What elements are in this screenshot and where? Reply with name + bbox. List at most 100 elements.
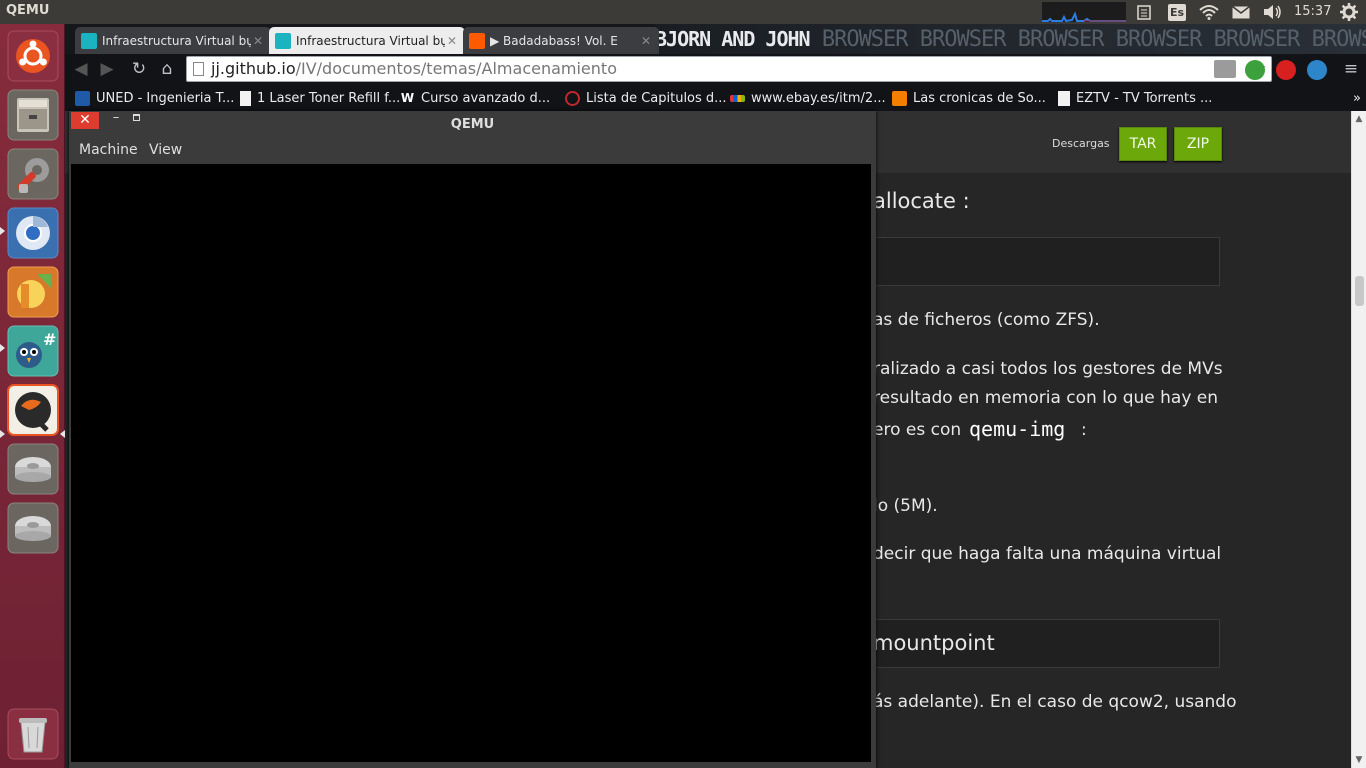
section-heading: allocate : <box>873 189 970 213</box>
tab-favicon-icon <box>81 32 97 49</box>
bookmarks-bar: UNED - Ingenieria T... 1 Laser Toner Ref… <box>65 85 1366 111</box>
bookmark-item[interactable]: Las cronicas de So... <box>892 89 1046 107</box>
bookmark-label: 1 Laser Toner Refill f... <box>257 90 401 106</box>
tar-download-button[interactable]: TAR <box>1119 127 1167 161</box>
wikipedia-favicon-icon: W <box>400 90 415 105</box>
reload-icon[interactable]: ↻ <box>127 58 151 80</box>
paragraph-line: ás adelante). En el caso de qcow2, usand… <box>873 692 1237 712</box>
chromium-icon[interactable] <box>7 207 59 259</box>
unity-launcher: # <box>0 24 65 768</box>
file-cabinet-icon[interactable] <box>7 89 59 141</box>
chrome-menu-icon[interactable]: ≡ <box>1339 58 1363 80</box>
bookmark-label: Curso avanzado d... <box>421 90 551 106</box>
active-app-title: QEMU <box>6 3 50 18</box>
network-graph-icon[interactable] <box>1042 2 1126 22</box>
qemu-titlebar[interactable]: ✕ – QEMU <box>69 111 876 138</box>
browser-toolbar: ◀ ▶ ↻ ⌂ jj.github.io/IV/documentos/temas… <box>65 54 1366 85</box>
paragraph-line: resultado en memoria con lo que hay en <box>873 388 1219 408</box>
wifi-icon[interactable] <box>1198 0 1220 24</box>
scroll-up-arrow-icon[interactable]: ▲ <box>1354 114 1364 124</box>
mail-icon[interactable] <box>1230 0 1252 24</box>
top-panel: QEMU Es 15:37 <box>0 0 1366 24</box>
drive-icon[interactable] <box>7 443 59 495</box>
browser-tab[interactable]: ▶ Badadabass! Vol. E ✕ <box>463 27 659 54</box>
page-scrollbar[interactable]: ▲ ▼ <box>1351 111 1366 768</box>
tab-close-icon[interactable]: ✕ <box>251 34 265 48</box>
scroll-down-arrow-icon[interactable]: ▼ <box>1354 755 1364 765</box>
keyboard-layout-icon[interactable]: Es <box>1167 0 1187 24</box>
home-icon[interactable]: ⌂ <box>155 58 179 80</box>
soundcloud-favicon-icon <box>469 32 485 49</box>
paragraph-line: as de ficheros (como ZFS). <box>873 310 1100 330</box>
more-bookmarks-chevron-icon[interactable]: » <box>1353 89 1361 107</box>
tab-title: Infraestructura Virtual bụ <box>296 33 445 48</box>
running-indicator <box>0 344 5 352</box>
tab-title: ▶ Badadabass! Vol. E <box>490 33 618 48</box>
blogger-favicon-icon <box>892 90 907 106</box>
inline-code: qemu-img <box>969 417 1066 441</box>
downloads-label: Descargas <box>1052 137 1110 150</box>
clipboard-icon[interactable] <box>1134 0 1154 24</box>
zip-download-button[interactable]: ZIP <box>1174 127 1222 161</box>
ubuntu-dash-icon[interactable] <box>7 30 59 82</box>
bookmark-item[interactable]: 1 Laser Toner Refill f... <box>240 89 400 107</box>
bookmark-item[interactable]: UNED - Ingenieria T... <box>75 89 234 107</box>
menu-machine[interactable]: Machine <box>79 142 138 158</box>
browser-tab-active[interactable]: Infraestructura Virtual bụ ✕ <box>269 27 465 54</box>
menu-view[interactable]: View <box>149 142 182 158</box>
bookmark-item[interactable]: EZTV - TV Torrents ... <box>1058 89 1212 107</box>
bookmark-item[interactable]: www.ebay.es/itm/2... <box>730 89 886 107</box>
adblock-extension-icon[interactable] <box>1276 60 1296 80</box>
running-indicator <box>0 227 5 235</box>
window-title: QEMU <box>450 117 495 132</box>
drive-icon[interactable] <box>7 502 59 554</box>
bookmark-label: UNED - Ingenieria T... <box>96 90 235 106</box>
trash-icon[interactable] <box>7 708 59 760</box>
bookmark-label: Las cronicas de So... <box>913 90 1046 106</box>
svg-text:#: # <box>43 330 56 349</box>
tab-close-icon[interactable]: ✕ <box>445 34 459 48</box>
extension-badge-icon[interactable] <box>1307 60 1327 80</box>
paragraph-line: lo (5M). <box>873 496 938 516</box>
paragraph-line: ralizado a casi todos los gestores de MV… <box>873 359 1223 379</box>
address-path: /IV/documentos/temas/Almacenamiento <box>295 59 617 78</box>
eztv-favicon-icon <box>1058 90 1070 106</box>
paragraph-line: : <box>1081 420 1087 440</box>
tab-close-icon[interactable]: ✕ <box>639 34 653 48</box>
vm-display[interactable] <box>71 164 871 762</box>
bookmark-label: EZTV - TV Torrents ... <box>1076 90 1213 106</box>
panel-clock[interactable]: 15:37 <box>1294 4 1331 19</box>
mail-checker-extension-icon[interactable] <box>1214 60 1236 78</box>
qemu-menubar: Machine View <box>69 138 876 164</box>
forward-arrow-icon[interactable]: ▶ <box>95 58 119 80</box>
browser-tab[interactable]: Infraestructura Virtual bụ ✕ <box>75 27 271 54</box>
page-info-icon[interactable] <box>193 62 204 76</box>
hashtag-bird-icon[interactable]: # <box>7 325 59 377</box>
qemu-icon[interactable] <box>7 384 59 436</box>
ebay-favicon-icon <box>730 94 745 102</box>
bookmark-item[interactable]: Lista de Capitulos d... <box>565 89 727 107</box>
keyboard-layout-label: Es <box>1168 3 1186 21</box>
series-favicon-icon <box>565 90 580 106</box>
uned-favicon-icon <box>75 90 90 106</box>
section-heading: mountpoint <box>873 631 995 655</box>
address-bar[interactable]: jj.github.io/IV/documentos/temas/Almacen… <box>186 56 1272 82</box>
address-host: jj.github.io <box>211 59 296 78</box>
eclipse-editor-icon[interactable] <box>7 266 59 318</box>
tab-title: Infraestructura Virtual bụ <box>102 33 251 48</box>
paragraph-line: decir que haga falta una máquina virtual <box>873 544 1222 564</box>
banner-bold-text: BJORN AND JOHN <box>655 27 811 51</box>
page-favicon-icon <box>240 90 251 106</box>
banner-faint-text: BROWSER BROWSER BROWSER BROWSER BROWSER … <box>821 27 1366 52</box>
bookmark-label: www.ebay.es/itm/2... <box>751 90 886 106</box>
system-settings-icon[interactable] <box>7 148 59 200</box>
theme-banner: BJORN AND JOHN BROWSER BROWSER BROWSER B… <box>655 24 1366 54</box>
more-bookmarks-label: » <box>1353 90 1361 106</box>
scrollbar-thumb[interactable] <box>1355 276 1364 306</box>
back-arrow-icon[interactable]: ◀ <box>69 58 93 80</box>
evernote-extension-icon[interactable] <box>1245 60 1265 80</box>
power-gear-icon[interactable] <box>1338 0 1360 24</box>
volume-icon[interactable] <box>1262 0 1284 24</box>
bookmark-item[interactable]: W Curso avanzado d... <box>400 89 550 107</box>
bookmark-label: Lista de Capitulos d... <box>586 90 727 106</box>
